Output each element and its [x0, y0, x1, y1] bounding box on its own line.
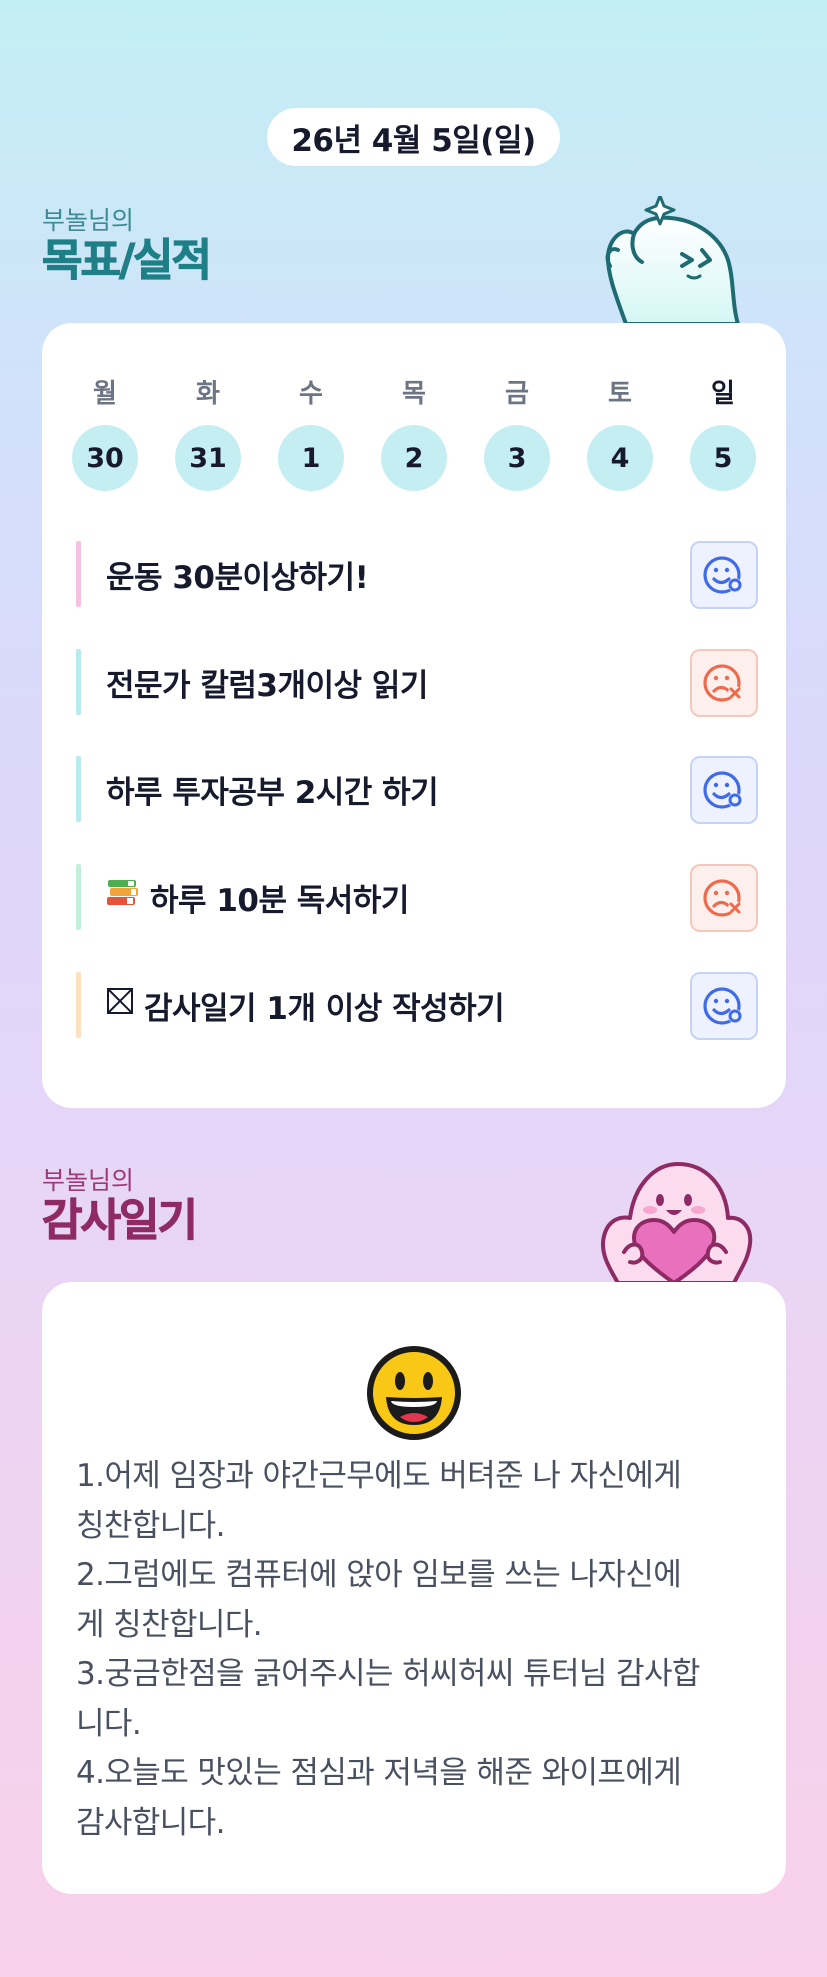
goals-owner-label: 부놀님의	[42, 206, 135, 235]
status-fail-button[interactable]	[690, 864, 758, 932]
gratitude-section-title: 부놀님의 감사일기	[42, 1166, 199, 1246]
day-name: 월	[93, 379, 117, 409]
goal-accent-bar	[76, 649, 81, 715]
goal-item[interactable]: 전문가 칼럼3개이상 읽기	[76, 649, 758, 717]
goal-accent-bar	[76, 972, 81, 1038]
week-strip: 월 30 화 31 수1 목2 금3 토4 일5	[70, 373, 758, 491]
day-name: 금	[505, 379, 529, 409]
status-success-button[interactable]	[690, 756, 758, 824]
goal-item[interactable]: 하루 투자공부 2시간 하기	[76, 756, 758, 824]
goal-accent-bar	[76, 756, 81, 822]
grinning-face-icon	[367, 1346, 461, 1440]
day-date: 1	[278, 425, 344, 491]
gratitude-line: 감사합니다.	[76, 1804, 225, 1841]
day-date: 3	[484, 425, 550, 491]
smile-check-icon	[703, 771, 742, 809]
gratitude-line: 2.그럼에도 컴퓨터에 앉아 임보를 쓰는 나자신에	[76, 1557, 682, 1593]
day-sat[interactable]: 토4	[585, 373, 655, 491]
goals-card: 월 30 화 31 수1 목2 금3 토4 일5 운동 30분이상하기! 전문가 칼…	[42, 323, 786, 1108]
goal-label: 전문가 칼럼3개이상 읽기	[106, 667, 428, 704]
day-wed[interactable]: 수1	[276, 373, 346, 491]
day-name: 토	[608, 379, 632, 409]
goal-accent-bar	[76, 864, 81, 930]
gratitude-line: 3.궁금한점을 긁어주시는 허씨허씨 튜터님 감사합	[76, 1656, 700, 1692]
gratitude-owner-label: 부놀님의	[42, 1166, 135, 1195]
day-sun-today[interactable]: 일5	[688, 373, 758, 491]
smile-check-icon	[703, 987, 742, 1025]
gratitude-title: 감사일기	[42, 1195, 199, 1246]
sad-x-icon	[703, 879, 742, 917]
sad-x-icon	[703, 664, 742, 702]
gratitude-line: 게 칭찬합니다.	[76, 1606, 263, 1643]
day-date: 31	[175, 425, 241, 491]
date-pill[interactable]: 26년 4월 5일(일)	[267, 108, 560, 166]
goal-label: 운동 30분이상하기!	[106, 559, 369, 596]
status-success-button[interactable]	[690, 972, 758, 1040]
goal-label: 하루 투자공부 2시간 하기	[106, 774, 439, 811]
day-date: 5	[690, 425, 756, 491]
day-date: 4	[587, 425, 653, 491]
goal-item[interactable]: 감사일기 1개 이상 작성하기	[76, 972, 758, 1040]
goals-section-title: 부놀님의 목표/실적	[42, 206, 213, 286]
pink-mascot-heart-illustration	[601, 1162, 753, 1283]
day-name: 일	[711, 379, 735, 409]
day-fri[interactable]: 금3	[482, 373, 552, 491]
goal-label: 감사일기 1개 이상 작성하기	[106, 972, 505, 1038]
mint-mascot-illustration	[605, 196, 740, 324]
goal-item[interactable]: 운동 30분이상하기!	[76, 541, 758, 609]
goal-accent-bar	[76, 541, 81, 607]
day-tue[interactable]: 화 31	[173, 373, 243, 491]
status-success-button[interactable]	[690, 541, 758, 609]
day-name: 화	[196, 379, 220, 409]
day-name: 수	[299, 379, 323, 409]
day-thu[interactable]: 목2	[379, 373, 449, 491]
gratitude-line: 4.오늘도 맛있는 점심과 저녁을 해준 와이프에게	[76, 1755, 682, 1791]
smile-check-icon	[703, 556, 742, 594]
goal-label: 하루 10분 독서하기	[106, 864, 409, 930]
day-name: 목	[402, 379, 426, 409]
goals-title: 목표/실적	[42, 235, 213, 286]
day-mon[interactable]: 월 30	[70, 373, 140, 491]
gratitude-text: 1.어제 임장과 야간근무에도 버텨준 나 자신에게 칭찬합니다. 2.그럼에도…	[76, 1452, 756, 1848]
goal-item[interactable]: 하루 10분 독서하기	[76, 864, 758, 932]
gratitude-line: 칭찬합니다.	[76, 1507, 225, 1544]
gratitude-line: 니다.	[76, 1705, 142, 1742]
day-date: 30	[72, 425, 138, 491]
day-date: 2	[381, 425, 447, 491]
books-icon	[106, 878, 140, 916]
status-fail-button[interactable]	[690, 649, 758, 717]
gratitude-line: 1.어제 임장과 야간근무에도 버텨준 나 자신에게	[76, 1458, 682, 1494]
checkbox-icon	[106, 987, 134, 1023]
gratitude-card: 1.어제 임장과 야간근무에도 버텨준 나 자신에게 칭찬합니다. 2.그럼에도…	[42, 1282, 786, 1894]
